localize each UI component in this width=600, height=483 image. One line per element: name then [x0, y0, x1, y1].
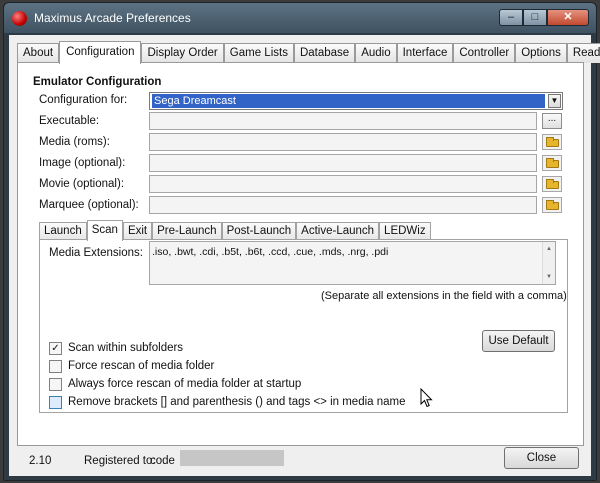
tab-audio[interactable]: Audio [355, 43, 397, 63]
scroll-up-icon[interactable]: ▲ [543, 242, 555, 256]
configuration-for-value: Sega Dreamcast [152, 94, 545, 108]
minimize-button[interactable]: – [499, 9, 523, 26]
media-extensions-label: Media Extensions: [49, 247, 143, 259]
sub-tab-strip: Launch Scan Exit Pre-Launch Post-Launch … [39, 220, 431, 241]
executable-field[interactable] [149, 112, 537, 130]
tab-about[interactable]: About [17, 43, 60, 63]
always-force-rescan-label: Always force rescan of media folder at s… [68, 378, 302, 390]
title-bar[interactable]: Maximus Arcade Preferences – □ ✕ [4, 3, 596, 33]
main-tab-strip: About Configuration Display Order Game L… [17, 41, 600, 64]
tab-pre-launch[interactable]: Pre-Launch [152, 222, 222, 240]
close-button[interactable]: Close [504, 447, 579, 469]
media-extensions-field[interactable]: .iso, .bwt, .cdi, .b5t, .b6t, .ccd, .cue… [149, 241, 556, 285]
tab-configuration[interactable]: Configuration [59, 41, 142, 64]
tab-options[interactable]: Options [515, 43, 567, 63]
app-icon [12, 11, 27, 26]
browse-image-folder-button[interactable] [542, 155, 562, 171]
dialog-client-area: About Configuration Display Order Game L… [9, 35, 600, 476]
folder-icon [546, 158, 559, 168]
movie-label: Movie (optional): [39, 178, 125, 190]
marquee-field[interactable] [149, 196, 537, 214]
browse-executable-button[interactable]: ... [542, 113, 562, 129]
tab-exit[interactable]: Exit [122, 222, 153, 240]
always-force-rescan-checkbox[interactable]: Always force rescan of media folder at s… [49, 377, 301, 391]
mouse-cursor-icon [420, 388, 433, 408]
scan-subfolders-label: Scan within subfolders [68, 342, 184, 354]
movie-field[interactable] [149, 175, 537, 193]
configuration-for-select[interactable]: Sega Dreamcast ▼ [149, 92, 563, 110]
media-extensions-scrollbar[interactable]: ▲ ▼ [542, 242, 555, 284]
separate-extensions-note: (Separate all extensions in the field wi… [321, 290, 567, 302]
preferences-window: Maximus Arcade Preferences – □ ✕ About C… [3, 2, 600, 481]
browse-marquee-folder-button[interactable] [542, 197, 562, 213]
tab-database[interactable]: Database [293, 43, 356, 63]
checkbox-box[interactable] [49, 377, 62, 391]
tab-readme[interactable]: Readme [566, 43, 600, 63]
tab-scan[interactable]: Scan [86, 220, 123, 241]
tab-game-lists[interactable]: Game Lists [223, 43, 294, 63]
close-window-button[interactable]: ✕ [547, 9, 589, 26]
scan-subfolders-checkbox[interactable]: ✓ Scan within subfolders [49, 341, 183, 355]
registered-to-value: code [150, 455, 175, 467]
media-roms-field[interactable] [149, 133, 537, 151]
marquee-label: Marquee (optional): [39, 199, 139, 211]
remove-brackets-checkbox[interactable]: Remove brackets [] and parenthesis () an… [49, 395, 406, 409]
remove-brackets-label: Remove brackets [] and parenthesis () an… [68, 396, 406, 408]
checkbox-box[interactable] [49, 359, 62, 373]
folder-icon [546, 200, 559, 210]
image-field[interactable] [149, 154, 537, 172]
tab-display-order[interactable]: Display Order [141, 43, 224, 63]
media-extensions-value: .iso, .bwt, .cdi, .b5t, .b6t, .ccd, .cue… [152, 246, 389, 258]
browse-media-folder-button[interactable] [542, 134, 562, 150]
use-default-button[interactable]: Use Default [482, 330, 555, 352]
checkbox-box[interactable] [49, 395, 62, 409]
browse-movie-folder-button[interactable] [542, 176, 562, 192]
force-rescan-label: Force rescan of media folder [68, 360, 215, 372]
folder-icon [546, 179, 559, 189]
checkmark-icon[interactable]: ✓ [49, 341, 62, 355]
folder-icon [546, 137, 559, 147]
scroll-down-icon[interactable]: ▼ [543, 270, 555, 284]
image-label: Image (optional): [39, 157, 126, 169]
version-text: 2.10 [29, 455, 52, 467]
registered-to-label: Registered to: [84, 455, 156, 467]
maximize-button[interactable]: □ [523, 9, 547, 26]
emulator-configuration-heading: Emulator Configuration [33, 76, 162, 88]
dropdown-arrow-icon[interactable]: ▼ [548, 94, 561, 108]
window-title: Maximus Arcade Preferences [34, 11, 191, 25]
force-rescan-checkbox[interactable]: Force rescan of media folder [49, 359, 214, 373]
tab-active-launch[interactable]: Active-Launch [296, 222, 380, 240]
tab-launch[interactable]: Launch [39, 222, 87, 240]
tab-controller[interactable]: Controller [453, 43, 516, 63]
media-roms-label: Media (roms): [39, 136, 110, 148]
configuration-for-label: Configuration for: [39, 94, 128, 106]
redacted-registration [180, 450, 284, 466]
tab-post-launch[interactable]: Post-Launch [221, 222, 297, 240]
executable-label: Executable: [39, 115, 100, 127]
tab-ledwiz[interactable]: LEDWiz [379, 222, 431, 240]
tab-interface[interactable]: Interface [396, 43, 454, 63]
